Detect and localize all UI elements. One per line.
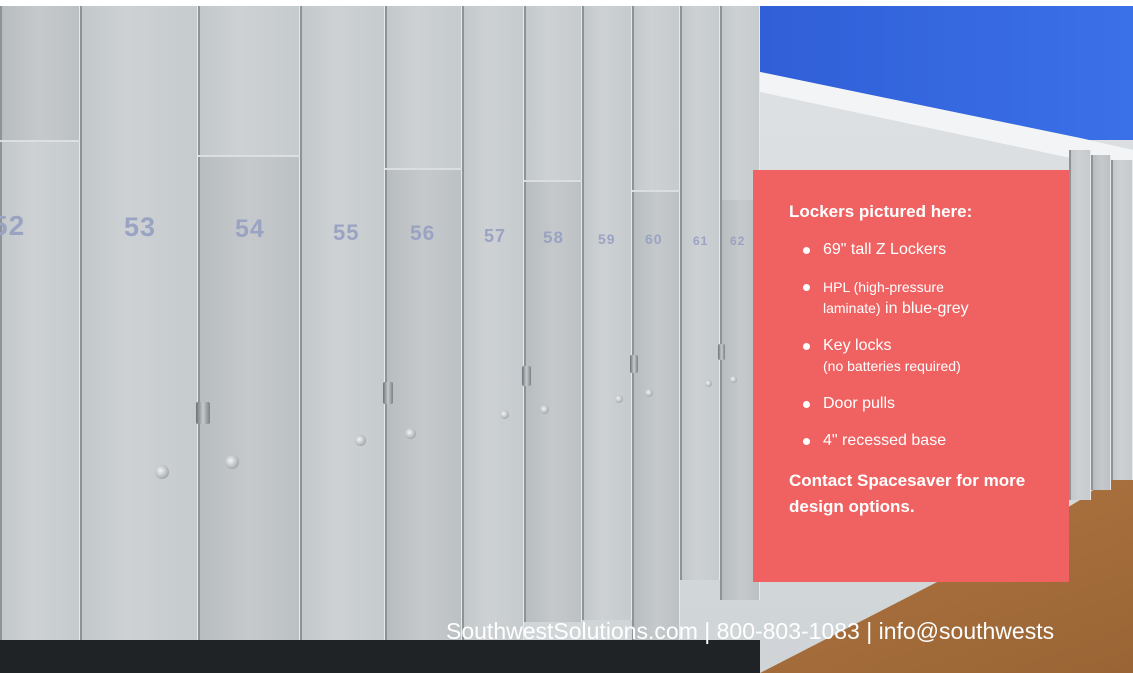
locker-number: 59: [598, 231, 616, 247]
feature-item: Door pulls: [789, 394, 1043, 414]
key-lock: [405, 428, 416, 439]
info-panel: Lockers pictured here: 69" tall Z Locker…: [753, 170, 1069, 582]
key-lock: [355, 435, 366, 446]
key-lock: [615, 395, 623, 403]
locker-door: [582, 0, 632, 620]
locker-number: 54: [235, 215, 265, 243]
bullet-icon: [803, 284, 810, 291]
locker-door: [1111, 160, 1133, 480]
bullet-icon: [803, 401, 810, 408]
locker-door: [80, 0, 198, 673]
locker-number: 60: [645, 231, 663, 247]
feature-list: 69" tall Z Lockers HPL (high-pressure la…: [789, 240, 1043, 451]
locker-number: 55: [333, 220, 360, 245]
door-pull: [630, 355, 638, 373]
locker-door: [1069, 150, 1091, 500]
locker-door: [1091, 155, 1111, 490]
contact-text: Contact Spacesaver for more design optio…: [789, 471, 1026, 516]
locker-number: 58: [543, 228, 564, 247]
feature-item: HPL (high-pressure laminate) in blue-gre…: [789, 277, 1043, 319]
locker-number: 52: [0, 210, 26, 241]
locker-door: [524, 182, 582, 622]
bullet-icon: [803, 343, 810, 350]
footer-contact: SouthwestSolutions.com | 800-803-1083 | …: [446, 618, 1055, 644]
locker-door: [524, 0, 582, 180]
locker-door: [462, 0, 524, 673]
bullet-icon: [803, 247, 810, 254]
key-lock: [645, 389, 653, 397]
key-lock: [730, 376, 737, 383]
key-lock: [155, 465, 169, 479]
locker-photo: 52 53 54 55 56 57 58 59 60 61 62 Lockers…: [0, 0, 1133, 673]
locker-door: [0, 0, 80, 140]
door-pull: [196, 402, 210, 424]
locker-number: 61: [693, 234, 709, 248]
locker-number: 62: [730, 234, 746, 248]
top-border: [0, 0, 1133, 6]
feature-item: 4" recessed base: [789, 431, 1043, 451]
panel-title: Lockers pictured here:: [789, 202, 973, 221]
locker-number: 57: [484, 226, 507, 246]
feature-item: Key locks (no batteries required): [789, 336, 1043, 377]
bullet-icon: [803, 438, 810, 445]
locker-door: [680, 0, 720, 580]
door-pull: [718, 344, 725, 360]
locker-number: 53: [124, 212, 157, 242]
key-lock: [540, 405, 549, 414]
door-pull: [522, 366, 531, 386]
locker-door: [385, 0, 462, 168]
locker-door: [632, 0, 680, 190]
locker-door: [632, 192, 680, 642]
locker-door: [300, 0, 385, 673]
key-lock: [705, 380, 712, 387]
locker-door: [198, 0, 300, 155]
feature-item: 69" tall Z Lockers: [789, 240, 1043, 260]
locker-number: 56: [410, 222, 436, 245]
door-pull: [383, 382, 393, 404]
key-lock: [500, 410, 509, 419]
key-lock: [225, 455, 239, 469]
